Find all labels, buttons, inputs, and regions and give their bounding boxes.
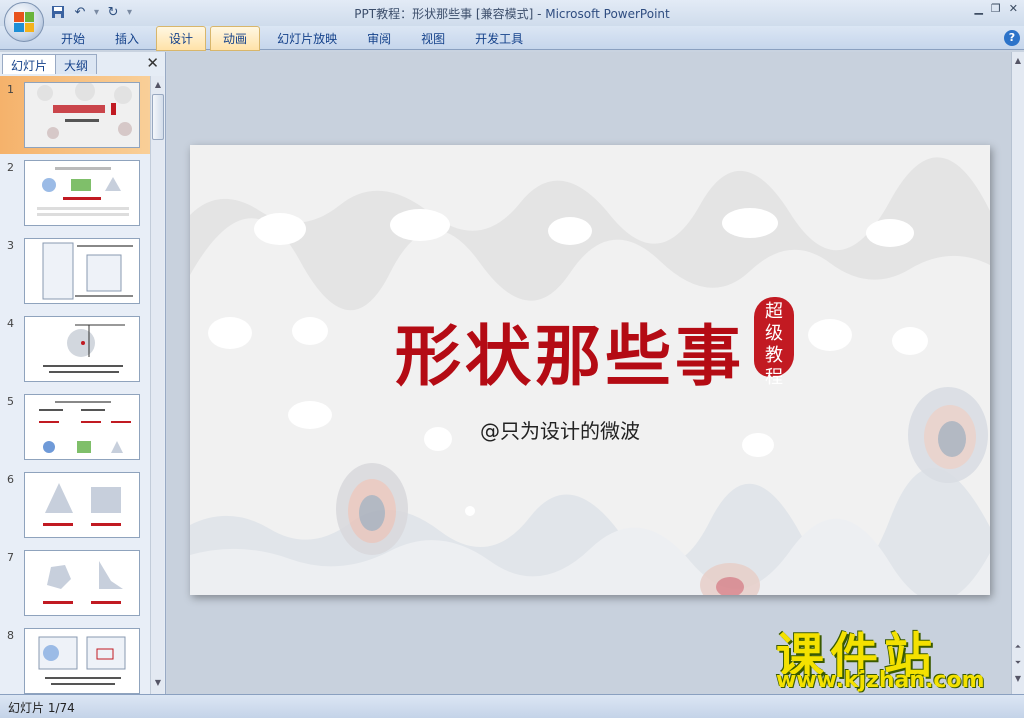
- slide-thumbnail[interactable]: [24, 628, 140, 694]
- slide-canvas[interactable]: 形状那些事 超级教程 @只为设计的微波: [190, 145, 990, 595]
- office-logo-icon: [14, 12, 34, 32]
- window-title: PPT教程：形状那些事 [兼容模式] - Microsoft PowerPoin…: [0, 5, 1024, 22]
- slide-number: 1: [7, 83, 14, 96]
- slide-thumbnail[interactable]: [24, 394, 140, 460]
- tab-slideshow[interactable]: 幻灯片放映: [264, 26, 350, 51]
- slide-thumbnail-row[interactable]: 5: [0, 388, 150, 466]
- watermark-url: www.kjzhan.com: [776, 668, 985, 693]
- slide-thumbnail-row[interactable]: 7: [0, 544, 150, 622]
- scroll-up-icon[interactable]: ▲: [1012, 54, 1024, 68]
- tab-outline[interactable]: 大纲: [55, 54, 98, 74]
- slide-thumbnail-list: 1 2 3 4 5 6 7 8: [0, 76, 150, 694]
- window-controls: ▁ ❐ ✕: [974, 2, 1018, 15]
- slide-thumbnail[interactable]: [24, 316, 140, 382]
- scroll-up-icon[interactable]: ▲: [152, 78, 164, 92]
- thumbnails-scrollbar[interactable]: ▲ ▼: [150, 76, 164, 694]
- seal-stamp: 超级教程: [754, 297, 794, 388]
- tab-insert[interactable]: 插入: [102, 26, 152, 51]
- scroll-down-icon[interactable]: ▼: [152, 676, 164, 690]
- slide-subtitle[interactable]: @只为设计的微波: [480, 415, 640, 444]
- status-bar: 幻灯片 1/74: [0, 694, 1024, 718]
- slides-pane: 幻灯片 大纲 ✕ 1 2 3 4 5 6 7 8 ▲ ▼: [0, 52, 166, 694]
- slide-thumbnail-row[interactable]: 6: [0, 466, 150, 544]
- help-icon[interactable]: ?: [1004, 30, 1020, 46]
- tab-animations[interactable]: 动画: [210, 25, 261, 51]
- slide-number: 2: [7, 161, 14, 174]
- slide-title[interactable]: 形状那些事: [395, 303, 745, 399]
- title-bar: ↶ ▾ ↻ ▾ PPT教程：形状那些事 [兼容模式] - Microsoft P…: [0, 0, 1024, 26]
- office-button[interactable]: [4, 2, 44, 42]
- ribbon: 开始 插入 设计 动画 幻灯片放映 审阅 视图 开发工具 ?: [0, 25, 1024, 51]
- slide-number: 6: [7, 473, 14, 486]
- slide-thumbnail-row[interactable]: 2: [0, 154, 150, 232]
- slide-number: 5: [7, 395, 14, 408]
- ribbon-tabs: 开始 插入 设计 动画 幻灯片放映 审阅 视图 开发工具: [48, 25, 540, 51]
- slide-thumbnail-row[interactable]: 1: [0, 76, 150, 154]
- restore-icon[interactable]: ❐: [991, 2, 1001, 15]
- slide-thumbnail[interactable]: [24, 160, 140, 226]
- scrollbar-thumb[interactable]: [152, 94, 164, 140]
- next-slide-icon[interactable]: ⏷: [1012, 656, 1024, 670]
- prev-slide-icon[interactable]: ⏶: [1012, 640, 1024, 654]
- tab-view[interactable]: 视图: [408, 26, 458, 51]
- slide-number: 3: [7, 239, 14, 252]
- close-icon[interactable]: ✕: [1009, 2, 1018, 15]
- tab-design[interactable]: 设计: [156, 25, 207, 51]
- close-pane-icon[interactable]: ✕: [146, 54, 159, 72]
- slide-thumbnail[interactable]: [24, 82, 140, 148]
- watermark: 课件站 www.kjzhan.com: [770, 616, 1010, 696]
- slide-thumbnail[interactable]: [24, 550, 140, 616]
- scroll-down-icon[interactable]: ▼: [1012, 672, 1024, 686]
- tab-slides[interactable]: 幻灯片: [2, 54, 57, 74]
- tab-review[interactable]: 审阅: [354, 26, 404, 51]
- slide-number: 8: [7, 629, 14, 642]
- slide-thumbnail-row[interactable]: 8: [0, 622, 150, 694]
- app-name: Microsoft PowerPoint: [545, 7, 670, 21]
- slide-thumbnail[interactable]: [24, 238, 140, 304]
- pane-tabs: 幻灯片 大纲: [2, 54, 98, 74]
- slide-number: 7: [7, 551, 14, 564]
- slide-counter: 幻灯片 1/74: [8, 701, 75, 715]
- tab-home[interactable]: 开始: [48, 26, 98, 51]
- workspace-scrollbar[interactable]: ▲ ⏶ ⏷ ▼: [1011, 52, 1024, 694]
- title-separator: -: [533, 7, 546, 21]
- slide-thumbnail-row[interactable]: 4: [0, 310, 150, 388]
- slide-workspace: 形状那些事 超级教程 @只为设计的微波: [167, 52, 1011, 694]
- slide-thumbnail[interactable]: [24, 472, 140, 538]
- tab-developer[interactable]: 开发工具: [462, 26, 536, 51]
- minimize-icon[interactable]: ▁: [974, 2, 982, 15]
- document-title: PPT教程：形状那些事 [兼容模式]: [354, 7, 534, 21]
- slide-thumbnail-row[interactable]: 3: [0, 232, 150, 310]
- slide-number: 4: [7, 317, 14, 330]
